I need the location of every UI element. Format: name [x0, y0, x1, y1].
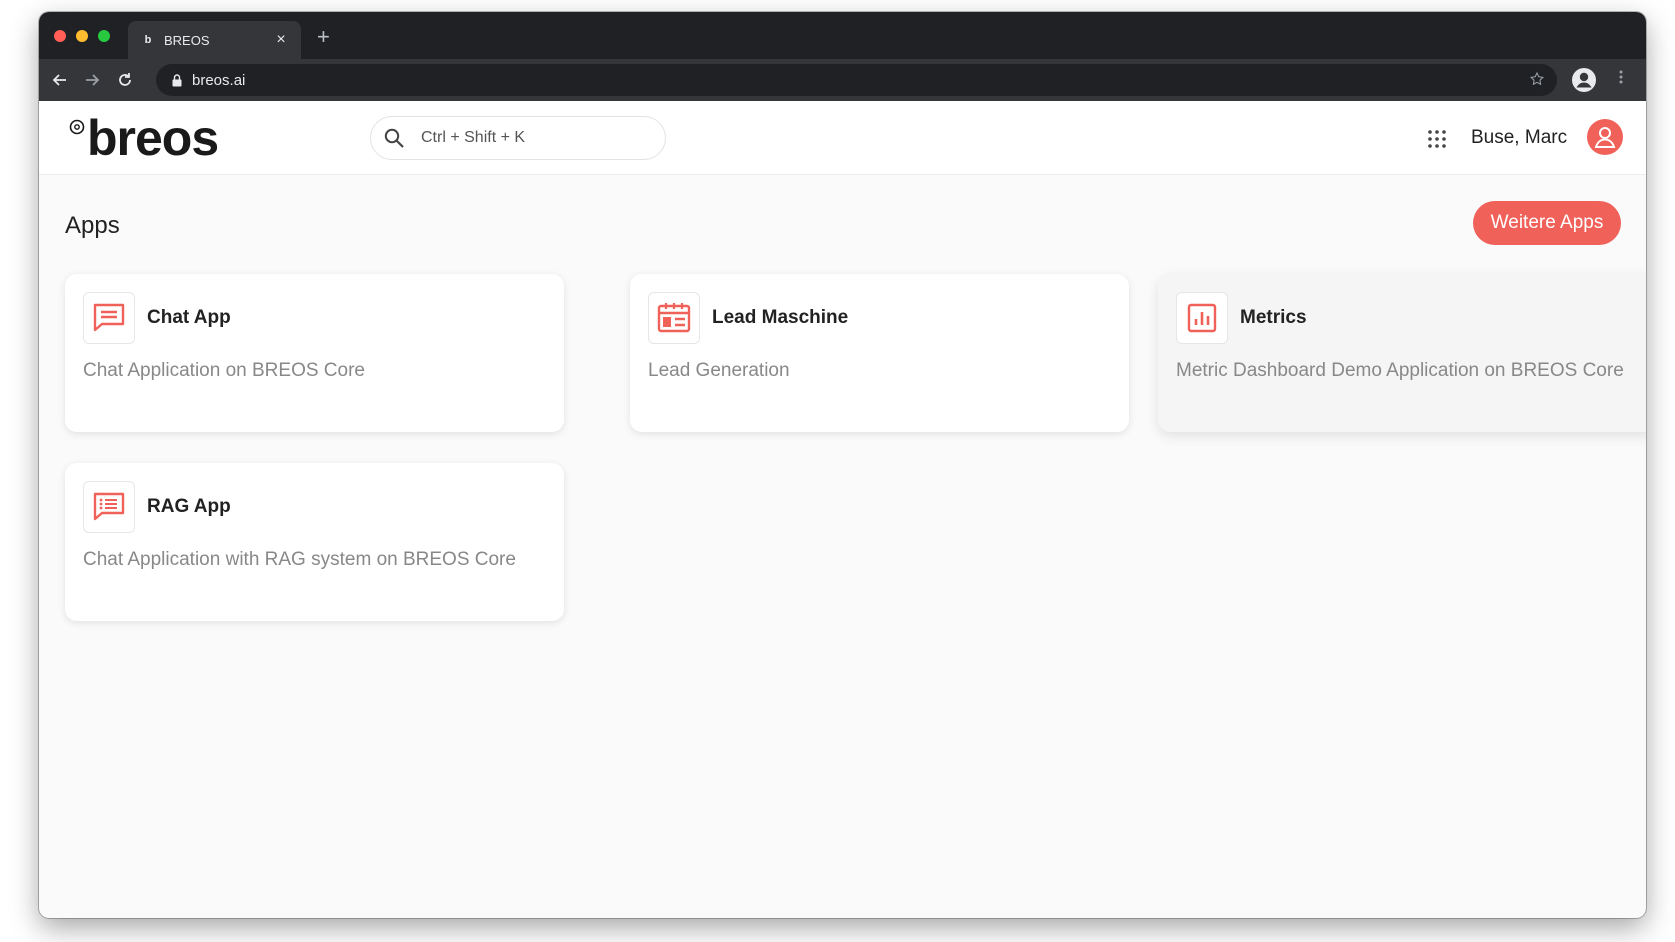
- url-text: breos.ai: [192, 71, 246, 89]
- browser-menu-icon[interactable]: [1619, 70, 1623, 84]
- card-title: Metrics: [1240, 307, 1307, 328]
- app-card-rag[interactable]: RAG App Chat Application with RAG system…: [65, 463, 564, 621]
- avatar[interactable]: [1587, 119, 1623, 155]
- browser-profile-icon[interactable]: [1571, 67, 1597, 98]
- browser-window: b BREOS × + breos.ai breos Ctrl + Shift …: [39, 12, 1646, 918]
- new-tab-button[interactable]: +: [317, 26, 330, 48]
- forward-arrow-icon[interactable]: [81, 69, 103, 91]
- minimize-window-button[interactable]: [76, 30, 88, 42]
- favicon-icon: b: [140, 32, 156, 48]
- reload-icon[interactable]: [114, 69, 136, 91]
- tab-close-icon[interactable]: ×: [273, 31, 289, 49]
- app-card-metrics[interactable]: Metrics Metric Dashboard Demo Applicatio…: [1158, 274, 1646, 432]
- logo-text: breos: [87, 110, 219, 166]
- card-title: Chat App: [147, 307, 231, 328]
- user-icon: [1594, 127, 1616, 148]
- lock-icon: [172, 73, 182, 87]
- logo-mark-icon: [69, 119, 85, 140]
- list-chat-icon: [83, 481, 135, 533]
- maximize-window-button[interactable]: [98, 30, 110, 42]
- address-bar[interactable]: breos.ai: [156, 64, 1557, 96]
- card-title: Lead Maschine: [712, 307, 849, 328]
- tab-strip: b BREOS × +: [39, 12, 1646, 59]
- app-header: breos Buse, Marc: [39, 101, 1646, 175]
- page-title: Apps: [65, 212, 120, 239]
- card-description: Chat Application on BREOS Core: [83, 360, 365, 381]
- tab-title: BREOS: [164, 32, 210, 48]
- search-box[interactable]: [370, 116, 666, 160]
- close-window-button[interactable]: [54, 30, 66, 42]
- card-title: RAG App: [147, 496, 231, 517]
- card-description: Lead Generation: [648, 360, 790, 381]
- breos-logo[interactable]: breos: [69, 109, 219, 167]
- search-input[interactable]: [421, 129, 621, 147]
- chart-icon: [1176, 292, 1228, 344]
- chat-icon: [83, 292, 135, 344]
- app-card-lead-maschine[interactable]: Lead Maschine Lead Generation: [630, 274, 1129, 432]
- browser-toolbar: breos.ai: [39, 59, 1646, 101]
- app-card-chat[interactable]: Chat App Chat Application on BREOS Core: [65, 274, 564, 432]
- user-name[interactable]: Buse, Marc: [1471, 127, 1567, 149]
- apps-grid-icon[interactable]: [1427, 129, 1447, 149]
- calendar-icon: [648, 292, 700, 344]
- search-icon: [383, 127, 405, 149]
- back-arrow-icon[interactable]: [49, 69, 71, 91]
- card-description: Metric Dashboard Demo Application on BRE…: [1176, 360, 1624, 381]
- card-description: Chat Application with RAG system on BREO…: [83, 549, 516, 570]
- bookmark-star-icon[interactable]: [1529, 71, 1545, 91]
- browser-tab[interactable]: b BREOS ×: [128, 21, 301, 59]
- more-apps-button[interactable]: Weitere Apps: [1473, 201, 1621, 245]
